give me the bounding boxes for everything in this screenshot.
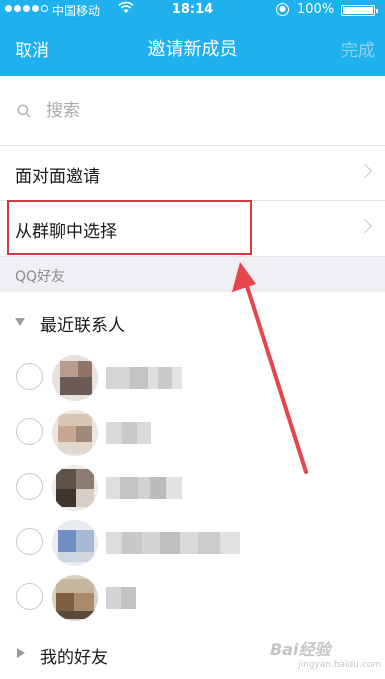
contact-row[interactable] — [0, 405, 385, 460]
select-checkbox[interactable] — [16, 528, 43, 555]
contact-name — [106, 477, 182, 499]
contact-avatar — [52, 355, 98, 401]
contact-name — [106, 367, 182, 389]
select-checkbox[interactable] — [16, 363, 43, 390]
contact-row[interactable] — [0, 460, 385, 515]
contact-avatar — [52, 520, 98, 566]
battery-icon — [341, 5, 378, 16]
section-title: QQ好友 — [15, 269, 66, 285]
group-label: 我的好友 — [40, 648, 108, 668]
select-checkbox[interactable] — [16, 418, 43, 445]
contact-name — [106, 422, 151, 444]
contact-row[interactable] — [0, 515, 385, 570]
contact-row[interactable] — [0, 350, 385, 405]
contact-row[interactable] — [0, 570, 385, 625]
face-to-face-invite-label: 面对面邀请 — [15, 167, 100, 187]
qq-friends-section-header: QQ好友 — [0, 256, 385, 292]
group-recent-contacts[interactable]: 最近联系人 — [0, 298, 385, 348]
status-bar: 中国移动 18:14 ● 100% — [0, 0, 385, 20]
contact-name — [106, 587, 136, 609]
chevron-right-icon — [357, 218, 373, 234]
header-bar: 中国移动 18:14 ● 100% 取消 邀请新成员 完成 — [0, 0, 385, 76]
watermark-logo: Bai经验 — [270, 640, 331, 659]
select-from-group-chat-label: 从群聊中选择 — [15, 222, 117, 242]
group-label: 最近联系人 — [40, 316, 125, 336]
page-title: 邀请新成员 — [147, 39, 238, 60]
face-to-face-invite-row[interactable]: 面对面邀请 — [0, 146, 385, 201]
select-checkbox[interactable] — [16, 583, 43, 610]
watermark-url: jingyan.baidu.com — [298, 660, 382, 670]
select-from-group-chat-row[interactable]: 从群聊中选择 — [0, 201, 385, 256]
triangle-down-icon — [15, 318, 25, 326]
done-button[interactable]: 完成 — [341, 36, 375, 61]
triangle-right-icon — [17, 648, 25, 658]
rotation-lock-icon: ● — [276, 3, 289, 16]
search-bar — [0, 76, 385, 146]
select-checkbox[interactable] — [16, 473, 43, 500]
search-icon — [17, 104, 31, 118]
navigation-bar: 取消 邀请新成员 完成 — [0, 20, 385, 76]
contact-avatar — [52, 575, 98, 621]
battery-percent: 100% — [297, 2, 335, 17]
chevron-right-icon — [357, 163, 373, 179]
contact-avatar — [52, 410, 98, 456]
search-input[interactable] — [46, 98, 346, 124]
contact-name — [106, 532, 240, 554]
contact-avatar — [52, 465, 98, 511]
